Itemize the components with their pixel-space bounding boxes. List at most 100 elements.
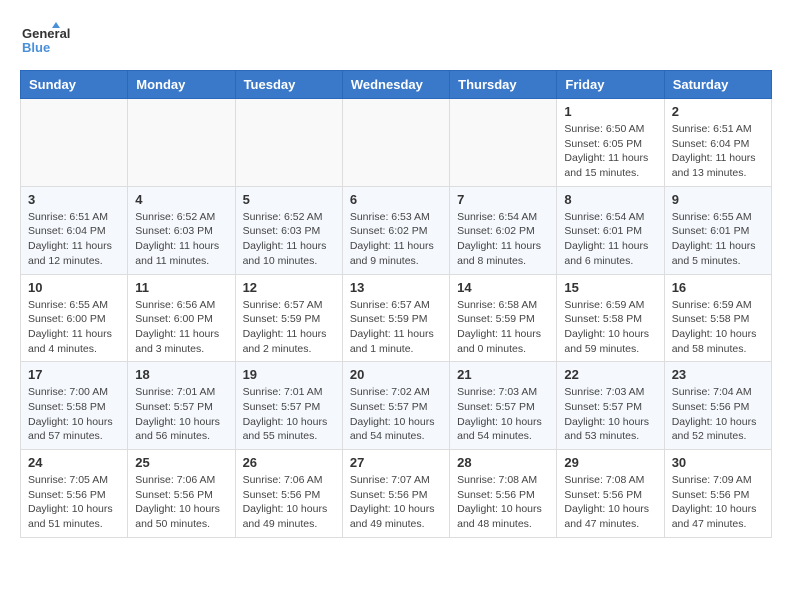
day-info: Sunrise: 7:03 AM Sunset: 5:57 PM Dayligh… [457,385,549,444]
day-number: 29 [564,455,656,470]
day-number: 16 [672,280,764,295]
calendar-cell: 4 Sunrise: 6:52 AM Sunset: 6:03 PM Daylig… [128,186,235,274]
calendar-cell [21,99,128,187]
calendar-cell: 10 Sunrise: 6:55 AM Sunset: 6:00 PM Dayli… [21,274,128,362]
week-row-2: 3 Sunrise: 6:51 AM Sunset: 6:04 PM Daylig… [21,186,772,274]
day-info: Sunrise: 7:01 AM Sunset: 5:57 PM Dayligh… [135,385,227,444]
calendar-cell: 14Sunrise: 6:58 AM Sunset: 5:59 PM Dayli… [450,274,557,362]
day-number: 10 [28,280,120,295]
calendar-cell: 26 Sunrise: 7:06 AM Sunset: 5:56 PM Dayli… [235,450,342,538]
day-info: Sunrise: 7:06 AM Sunset: 5:56 PM Dayligh… [135,473,227,532]
day-number: 21 [457,367,549,382]
calendar-cell [450,99,557,187]
day-number: 24 [28,455,120,470]
calendar-cell: 20 Sunrise: 7:02 AM Sunset: 5:57 PM Dayli… [342,362,449,450]
day-info: Sunrise: 6:55 AM Sunset: 6:01 PM Dayligh… [672,210,764,269]
weekday-wednesday: Wednesday [342,71,449,99]
calendar-cell: 25 Sunrise: 7:06 AM Sunset: 5:56 PM Dayli… [128,450,235,538]
weekday-sunday: Sunday [21,71,128,99]
day-info: Sunrise: 7:08 AM Sunset: 5:56 PM Dayligh… [564,473,656,532]
day-info: Sunrise: 6:56 AM Sunset: 6:00 PM Dayligh… [135,298,227,357]
day-number: 9 [672,192,764,207]
calendar-cell: 18Sunrise: 7:01 AM Sunset: 5:57 PM Dayli… [128,362,235,450]
day-info: Sunrise: 6:51 AM Sunset: 6:04 PM Dayligh… [672,122,764,181]
day-info: Sunrise: 7:03 AM Sunset: 5:57 PM Dayligh… [564,385,656,444]
day-number: 5 [243,192,335,207]
calendar-cell: 15 Sunrise: 6:59 AM Sunset: 5:58 PM Dayli… [557,274,664,362]
calendar-cell: 19Sunrise: 7:01 AM Sunset: 5:57 PM Dayli… [235,362,342,450]
weekday-monday: Monday [128,71,235,99]
day-number: 1 [564,104,656,119]
day-info: Sunrise: 7:08 AM Sunset: 5:56 PM Dayligh… [457,473,549,532]
day-number: 3 [28,192,120,207]
day-number: 15 [564,280,656,295]
calendar-cell: 29 Sunrise: 7:08 AM Sunset: 5:56 PM Dayli… [557,450,664,538]
day-number: 23 [672,367,764,382]
day-info: Sunrise: 6:59 AM Sunset: 5:58 PM Dayligh… [564,298,656,357]
calendar-cell: 9 Sunrise: 6:55 AM Sunset: 6:01 PM Daylig… [664,186,771,274]
week-row-3: 10 Sunrise: 6:55 AM Sunset: 6:00 PM Dayli… [21,274,772,362]
day-info: Sunrise: 6:54 AM Sunset: 6:02 PM Dayligh… [457,210,549,269]
day-number: 14 [457,280,549,295]
day-number: 4 [135,192,227,207]
day-info: Sunrise: 7:07 AM Sunset: 5:56 PM Dayligh… [350,473,442,532]
day-number: 2 [672,104,764,119]
calendar-cell: 22 Sunrise: 7:03 AM Sunset: 5:57 PM Dayli… [557,362,664,450]
day-info: Sunrise: 6:54 AM Sunset: 6:01 PM Dayligh… [564,210,656,269]
calendar-cell [128,99,235,187]
day-info: Sunrise: 7:05 AM Sunset: 5:56 PM Dayligh… [28,473,120,532]
day-number: 26 [243,455,335,470]
calendar-cell: 24 Sunrise: 7:05 AM Sunset: 5:56 PM Dayli… [21,450,128,538]
day-number: 19 [243,367,335,382]
calendar-cell: 30 Sunrise: 7:09 AM Sunset: 5:56 PM Dayli… [664,450,771,538]
calendar-cell: 1 Sunrise: 6:50 AM Sunset: 6:05 PM Daylig… [557,99,664,187]
calendar-cell: 21 Sunrise: 7:03 AM Sunset: 5:57 PM Dayli… [450,362,557,450]
day-number: 22 [564,367,656,382]
calendar-cell: 13Sunrise: 6:57 AM Sunset: 5:59 PM Dayli… [342,274,449,362]
day-number: 11 [135,280,227,295]
day-number: 25 [135,455,227,470]
day-number: 27 [350,455,442,470]
day-info: Sunrise: 6:53 AM Sunset: 6:02 PM Dayligh… [350,210,442,269]
day-info: Sunrise: 7:04 AM Sunset: 5:56 PM Dayligh… [672,385,764,444]
day-info: Sunrise: 7:06 AM Sunset: 5:56 PM Dayligh… [243,473,335,532]
calendar-cell: 17 Sunrise: 7:00 AM Sunset: 5:58 PM Dayli… [21,362,128,450]
calendar-cell: 5 Sunrise: 6:52 AM Sunset: 6:03 PM Daylig… [235,186,342,274]
day-number: 6 [350,192,442,207]
day-number: 7 [457,192,549,207]
day-info: Sunrise: 7:09 AM Sunset: 5:56 PM Dayligh… [672,473,764,532]
day-info: Sunrise: 6:55 AM Sunset: 6:00 PM Dayligh… [28,298,120,357]
svg-text:General: General [22,26,70,41]
calendar-cell: 3 Sunrise: 6:51 AM Sunset: 6:04 PM Daylig… [21,186,128,274]
calendar-cell: 8Sunrise: 6:54 AM Sunset: 6:01 PM Daylig… [557,186,664,274]
calendar-cell: 12 Sunrise: 6:57 AM Sunset: 5:59 PM Dayli… [235,274,342,362]
day-number: 12 [243,280,335,295]
weekday-friday: Friday [557,71,664,99]
day-info: Sunrise: 6:57 AM Sunset: 5:59 PM Dayligh… [350,298,442,357]
calendar-cell: 16 Sunrise: 6:59 AM Sunset: 5:58 PM Dayli… [664,274,771,362]
week-row-4: 17 Sunrise: 7:00 AM Sunset: 5:58 PM Dayli… [21,362,772,450]
day-number: 20 [350,367,442,382]
calendar-cell: 27 Sunrise: 7:07 AM Sunset: 5:56 PM Dayli… [342,450,449,538]
day-info: Sunrise: 6:51 AM Sunset: 6:04 PM Dayligh… [28,210,120,269]
weekday-saturday: Saturday [664,71,771,99]
weekday-header-row: SundayMondayTuesdayWednesdayThursdayFrid… [21,71,772,99]
day-info: Sunrise: 6:52 AM Sunset: 6:03 PM Dayligh… [135,210,227,269]
day-number: 28 [457,455,549,470]
calendar-cell: 11 Sunrise: 6:56 AM Sunset: 6:00 PM Dayli… [128,274,235,362]
day-info: Sunrise: 6:52 AM Sunset: 6:03 PM Dayligh… [243,210,335,269]
calendar-table: SundayMondayTuesdayWednesdayThursdayFrid… [20,70,772,538]
day-info: Sunrise: 6:50 AM Sunset: 6:05 PM Dayligh… [564,122,656,181]
weekday-thursday: Thursday [450,71,557,99]
calendar-cell: 6 Sunrise: 6:53 AM Sunset: 6:02 PM Daylig… [342,186,449,274]
logo-icon: General Blue [20,20,100,60]
day-number: 17 [28,367,120,382]
day-number: 30 [672,455,764,470]
day-info: Sunrise: 6:57 AM Sunset: 5:59 PM Dayligh… [243,298,335,357]
header: General Blue [20,20,772,60]
day-info: Sunrise: 7:02 AM Sunset: 5:57 PM Dayligh… [350,385,442,444]
logo: General Blue [20,20,100,60]
calendar-cell: 28 Sunrise: 7:08 AM Sunset: 5:56 PM Dayli… [450,450,557,538]
day-info: Sunrise: 6:59 AM Sunset: 5:58 PM Dayligh… [672,298,764,357]
day-info: Sunrise: 7:00 AM Sunset: 5:58 PM Dayligh… [28,385,120,444]
